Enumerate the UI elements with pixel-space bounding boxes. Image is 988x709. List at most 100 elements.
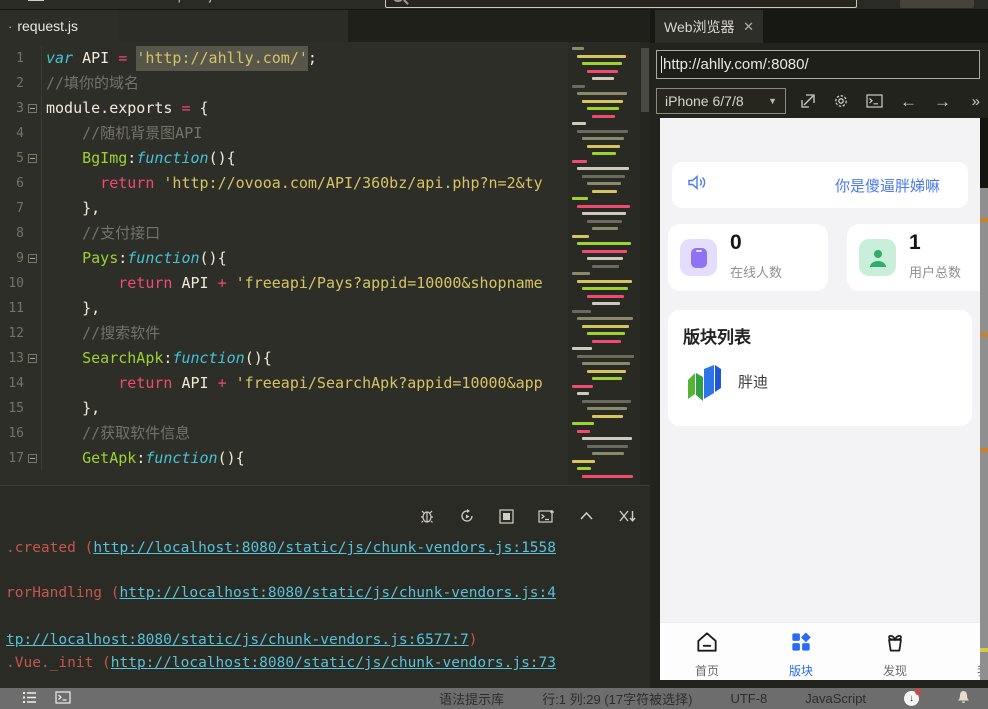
- code-line[interactable]: 16 //获取软件信息: [0, 421, 650, 446]
- browser-tab-strip: Web浏览器 ✕: [650, 10, 988, 43]
- scrollbar-thumb[interactable]: [980, 188, 988, 680]
- stack-trace-link[interactable]: http://localhost:8080/static/js/chunk-ve…: [111, 655, 556, 671]
- hamburger-menu-icon[interactable]: [28, 0, 44, 1]
- fold-gutter: [24, 221, 42, 246]
- encoding-status[interactable]: UTF-8: [730, 691, 767, 706]
- update-download-icon[interactable]: ↓: [904, 691, 919, 706]
- code-token: },: [46, 196, 100, 221]
- code-editor[interactable]: 1var API = 'http://ahlly.com/';2 //填你的域名3…: [0, 42, 650, 485]
- device-select[interactable]: iPhone 6/7/8 ▼: [656, 88, 786, 114]
- settings-gear-icon[interactable]: [833, 93, 849, 109]
- forward-arrow-icon[interactable]: →: [934, 93, 951, 110]
- fold-gutter: [24, 246, 42, 271]
- mobile-tab-home[interactable]: 首页: [675, 629, 739, 679]
- code-line[interactable]: 5 BgImg:function(){: [0, 146, 650, 171]
- editor-scrollbar[interactable]: [640, 42, 650, 485]
- fold-gutter: [24, 446, 42, 471]
- code-token: },: [46, 396, 100, 421]
- toolbar-search-input[interactable]: [385, 0, 857, 8]
- minimap-line: [572, 47, 584, 50]
- fold-gutter: [24, 346, 42, 371]
- tab-web-browser[interactable]: Web浏览器 ✕: [655, 10, 763, 43]
- grid-icon: [788, 642, 814, 659]
- fold-collapse-icon[interactable]: [28, 104, 37, 113]
- address-bar-input[interactable]: http://ahlly.com/:8080/: [656, 50, 980, 79]
- new-terminal-icon[interactable]: [538, 509, 555, 524]
- mobile-tab-discover[interactable]: 发现: [863, 629, 927, 679]
- fold-collapse-icon[interactable]: [28, 154, 37, 163]
- code-line[interactable]: 7 },: [0, 196, 650, 221]
- code-token: :: [136, 446, 145, 471]
- stat-label: 在线人数: [730, 262, 782, 281]
- stop-icon[interactable]: [499, 509, 514, 524]
- mobile-tab-grid[interactable]: 版块: [769, 629, 833, 679]
- stack-trace-link[interactable]: tp://localhost:8080/static/js/chunk-vend…: [6, 632, 469, 648]
- terminal-icon[interactable]: [866, 94, 883, 108]
- code-token: API: [73, 46, 118, 71]
- board-item-label[interactable]: 胖迪: [738, 371, 768, 392]
- app-logo[interactable]: [680, 356, 728, 404]
- code-line[interactable]: 10 return API + 'freeapi/Pays?appid=1000…: [0, 271, 650, 296]
- fold-collapse-icon[interactable]: [28, 254, 37, 263]
- stack-trace-link[interactable]: http://localhost:8080/static/js/chunk-ve…: [120, 585, 557, 601]
- minimap-line: [582, 100, 623, 103]
- stack-trace-link[interactable]: http://localhost:8080/static/js/chunk-ve…: [93, 540, 556, 556]
- code-token: //填你的域名: [46, 71, 139, 96]
- minimap[interactable]: [568, 42, 640, 485]
- fold-collapse-icon[interactable]: [28, 354, 37, 363]
- code-line[interactable]: 14 return API + 'freeapi/SearchApk?appid…: [0, 371, 650, 396]
- code-token: function: [136, 146, 208, 171]
- code-line[interactable]: 6 return 'http://ovooa.com/API/360bz/api…: [0, 171, 650, 196]
- toolbar-item[interactable]: request.js: [162, 0, 218, 3]
- line-number: 16: [0, 421, 24, 446]
- language-mode[interactable]: JavaScript: [805, 691, 866, 706]
- terminal-icon[interactable]: [55, 691, 71, 707]
- minimap-line: [582, 400, 631, 403]
- code-line[interactable]: 9 Pays:function(){: [0, 246, 650, 271]
- toolbar-button[interactable]: [900, 0, 974, 8]
- restart-icon[interactable]: [459, 508, 475, 524]
- syntax-status[interactable]: 语法提示库: [439, 689, 504, 708]
- code-line[interactable]: 13 SearchApk:function(){: [0, 346, 650, 371]
- cursor-position[interactable]: 行:1 列:29 (17字符被选择): [542, 689, 692, 708]
- minimap-line: [577, 130, 628, 133]
- back-arrow-icon[interactable]: ←: [900, 93, 917, 110]
- fold-gutter: [24, 46, 42, 71]
- code-token: [127, 46, 136, 71]
- line-number: 10: [0, 271, 24, 296]
- code-line[interactable]: 1var API = 'http://ahlly.com/';: [0, 46, 650, 71]
- code-line[interactable]: 15 },: [0, 396, 650, 421]
- fold-collapse-icon[interactable]: [28, 454, 37, 463]
- more-chevron-icon[interactable]: »: [972, 93, 980, 110]
- mobile-tab-label: 我的: [957, 662, 980, 679]
- tab-request-js[interactable]: · request.js: [0, 10, 118, 42]
- outline-list-icon[interactable]: [22, 691, 37, 707]
- code-line[interactable]: 11 },: [0, 296, 650, 321]
- minimap-line: [577, 355, 634, 358]
- open-external-icon[interactable]: [800, 93, 816, 109]
- clear-scroll-icon[interactable]: [618, 509, 636, 523]
- code-line[interactable]: 17 GetApk:function(){: [0, 446, 650, 471]
- mobile-tab-profile[interactable]: 我的: [957, 629, 980, 679]
- scrollbar-thumb[interactable]: [641, 48, 649, 112]
- code-line[interactable]: 2 //填你的域名: [0, 71, 650, 96]
- code-lines: 1var API = 'http://ahlly.com/';2 //填你的域名3…: [0, 46, 650, 471]
- preview-scrollbar[interactable]: [980, 118, 988, 680]
- notice-bar[interactable]: 你是傻逼胖娣嘛: [672, 162, 968, 208]
- collapse-icon[interactable]: [579, 511, 594, 521]
- code-line[interactable]: 12 //搜索软件: [0, 321, 650, 346]
- debug-icon[interactable]: [419, 508, 435, 524]
- code-line[interactable]: 3module.exports = {: [0, 96, 650, 121]
- minimap-line: [587, 407, 627, 410]
- line-number: 2: [0, 71, 24, 96]
- scrollbar-mark: [980, 218, 988, 222]
- toolbar-item[interactable]: Bur: [120, 0, 140, 3]
- minimap-line: [592, 377, 622, 380]
- bell-icon[interactable]: [957, 690, 970, 707]
- code-line[interactable]: 8 //支付接口: [0, 221, 650, 246]
- minimap-line: [572, 272, 590, 275]
- minimap-line: [582, 137, 624, 140]
- close-icon[interactable]: ✕: [743, 19, 754, 35]
- board-list-card: 版块列表 胖迪: [668, 310, 972, 426]
- code-line[interactable]: 4 //随机背景图API: [0, 121, 650, 146]
